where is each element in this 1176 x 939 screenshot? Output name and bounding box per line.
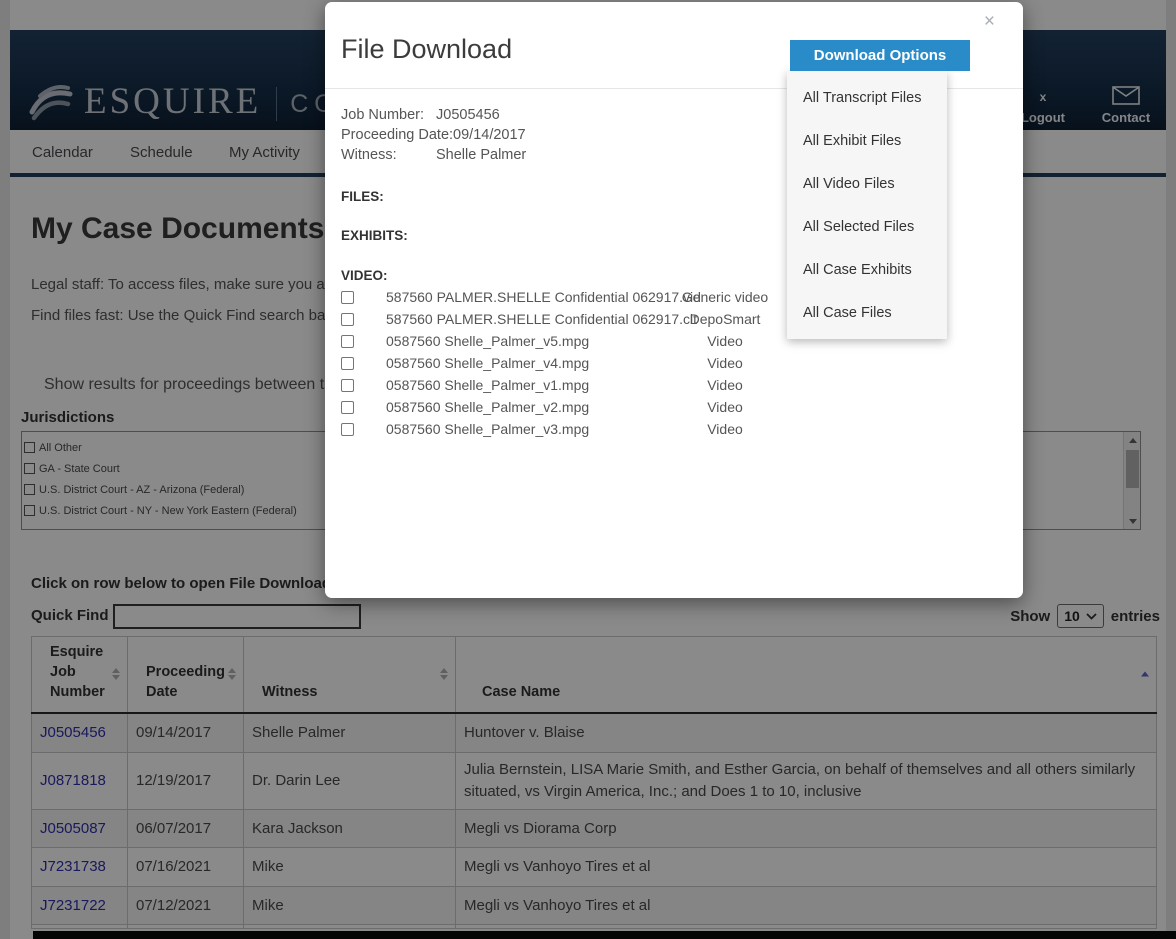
file-checkbox[interactable]	[341, 291, 354, 304]
file-name: 0587560 Shelle_Palmer_v5.mpg	[386, 333, 645, 349]
files-section-heading: FILES:	[341, 189, 384, 204]
menu-item-all-video-files[interactable]: All Video Files	[787, 162, 947, 205]
file-name: 0587560 Shelle_Palmer_v3.mpg	[386, 421, 645, 437]
exhibits-section-heading: EXHIBITS:	[341, 228, 408, 243]
info-label: Job Number:	[341, 105, 436, 125]
file-type: Video	[645, 421, 805, 437]
menu-item-all-transcript-files[interactable]: All Transcript Files	[787, 76, 947, 119]
file-name: 0587560 Shelle_Palmer_v1.mpg	[386, 377, 645, 393]
file-download-modal: × File Download Job Number:J0505456 Proc…	[325, 2, 1023, 598]
file-name: 0587560 Shelle_Palmer_v4.mpg	[386, 355, 645, 371]
file-checkbox[interactable]	[341, 423, 354, 436]
menu-item-all-selected-files[interactable]: All Selected Files	[787, 205, 947, 248]
info-label: Proceeding Date:	[341, 125, 453, 145]
file-row[interactable]: 0587560 Shelle_Palmer_v4.mpg Video	[341, 352, 941, 374]
file-type: Video	[645, 377, 805, 393]
file-checkbox[interactable]	[341, 357, 354, 370]
info-value: 09/14/2017	[453, 127, 526, 143]
file-type: Video	[645, 355, 805, 371]
download-options-menu: All Transcript Files All Exhibit Files A…	[787, 71, 947, 339]
file-name: 587560 PALMER.SHELLE Confidential 062917…	[386, 311, 645, 327]
info-row: Job Number:J0505456	[341, 105, 526, 125]
file-checkbox[interactable]	[341, 335, 354, 348]
page-root: ESQUIRE CONNECT x Logout Contact Calenda…	[0, 0, 1176, 939]
info-value: Shelle Palmer	[436, 147, 526, 163]
file-row[interactable]: 0587560 Shelle_Palmer_v3.mpg Video	[341, 418, 941, 440]
file-row[interactable]: 0587560 Shelle_Palmer_v2.mpg Video	[341, 396, 941, 418]
job-info-block: Job Number:J0505456 Proceeding Date:09/1…	[341, 105, 526, 165]
download-options-button[interactable]: Download Options	[790, 40, 970, 71]
modal-title: File Download	[341, 34, 512, 65]
menu-item-all-case-exhibits[interactable]: All Case Exhibits	[787, 248, 947, 291]
file-type: Video	[645, 399, 805, 415]
file-type: DepoSmart	[645, 311, 805, 327]
menu-item-all-exhibit-files[interactable]: All Exhibit Files	[787, 119, 947, 162]
file-row[interactable]: 0587560 Shelle_Palmer_v1.mpg Video	[341, 374, 941, 396]
file-name: 587560 PALMER.SHELLE Confidential 062917…	[386, 289, 645, 305]
file-checkbox[interactable]	[341, 313, 354, 326]
video-section-heading: VIDEO:	[341, 268, 388, 283]
file-checkbox[interactable]	[341, 379, 354, 392]
info-label: Witness:	[341, 145, 436, 165]
file-name: 0587560 Shelle_Palmer_v2.mpg	[386, 399, 645, 415]
file-type: Video	[645, 333, 805, 349]
info-row: Witness:Shelle Palmer	[341, 145, 526, 165]
info-value: J0505456	[436, 107, 500, 123]
close-icon[interactable]: ×	[984, 12, 995, 31]
file-type: Generic video	[645, 289, 805, 305]
file-checkbox[interactable]	[341, 401, 354, 414]
info-row: Proceeding Date:09/14/2017	[341, 125, 526, 145]
menu-item-all-case-files[interactable]: All Case Files	[787, 291, 947, 334]
